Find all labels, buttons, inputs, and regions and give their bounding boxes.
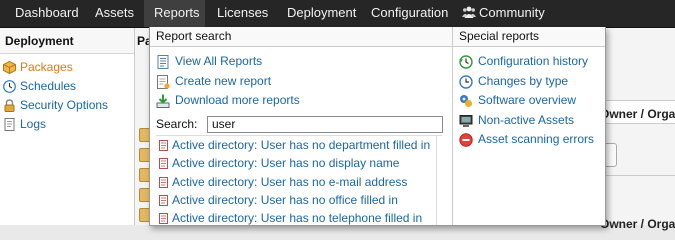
report-icon bbox=[159, 140, 168, 151]
search-result-item[interactable]: Active directory: User has no display na… bbox=[156, 154, 442, 172]
changes-by-type-link[interactable]: Changes by type bbox=[453, 72, 605, 92]
search-label: Search: bbox=[156, 116, 198, 131]
sidebar-item-packages[interactable]: Packages bbox=[0, 58, 134, 77]
special-reports-column: Special reports Configuration history Ch… bbox=[453, 27, 605, 225]
reports-dropdown: Report search View All Reports Create ne… bbox=[149, 27, 606, 226]
report-icon bbox=[159, 194, 168, 206]
nav-deployment[interactable]: Deployment bbox=[287, 0, 356, 27]
top-nav: Dashboard Assets Reports Licenses Deploy… bbox=[0, 0, 675, 28]
report-icon bbox=[159, 176, 168, 188]
view-all-reports-link[interactable]: View All Reports bbox=[150, 52, 452, 72]
sidebar-item-logs[interactable]: Logs bbox=[0, 115, 134, 134]
nav-reports[interactable]: Reports bbox=[144, 0, 205, 27]
nav-licenses[interactable]: Licenses bbox=[217, 0, 268, 27]
nav-dashboard[interactable]: Dashboard bbox=[15, 0, 79, 27]
changes-clock-icon bbox=[459, 74, 473, 89]
result-label: Active directory: User has no office fil… bbox=[172, 192, 398, 207]
result-label: Active directory: User has no e-mail add… bbox=[172, 174, 408, 189]
menu-item-label: Asset scanning errors bbox=[478, 132, 595, 146]
report-search-input[interactable] bbox=[207, 115, 443, 133]
sidebar-item-label: Security Options bbox=[20, 98, 109, 112]
menu-item-label: Create new report bbox=[175, 73, 272, 88]
download-icon bbox=[156, 94, 170, 108]
software-icon bbox=[460, 95, 473, 108]
community-icon bbox=[462, 6, 476, 18]
report-list-icon bbox=[157, 55, 169, 69]
menu-item-label: View All Reports bbox=[175, 54, 263, 68]
computer-icon bbox=[459, 114, 473, 127]
result-label: Active directory: User has no display na… bbox=[172, 156, 400, 171]
nav-community-label: Community bbox=[479, 5, 545, 20]
search-result-item[interactable]: Active directory: User has no e-mail add… bbox=[156, 173, 442, 191]
lock-icon bbox=[4, 99, 15, 112]
nav-community[interactable]: Community bbox=[462, 0, 545, 27]
sidebar-item-schedules[interactable]: Schedules bbox=[0, 77, 134, 96]
menu-item-label: Non-active Assets bbox=[478, 112, 575, 127]
sidebar-item-label: Schedules bbox=[20, 79, 77, 93]
non-active-assets-link[interactable]: Non-active Assets bbox=[453, 111, 605, 131]
search-result-item[interactable]: Active directory: User has no office fil… bbox=[156, 191, 442, 209]
sidebar-item-label: Logs bbox=[20, 117, 47, 131]
configuration-history-link[interactable]: Configuration history bbox=[453, 52, 605, 72]
sidebar-item-security-options[interactable]: Security Options bbox=[0, 96, 134, 115]
result-label: Active directory: User has no telephone … bbox=[172, 211, 423, 226]
log-document-icon bbox=[4, 118, 15, 131]
nav-assets[interactable]: Assets bbox=[95, 0, 134, 27]
search-row: Search: bbox=[150, 114, 452, 136]
history-icon bbox=[459, 55, 473, 69]
owner-organization-header: Owner / Organizat bbox=[600, 107, 675, 121]
results-scrollbar[interactable] bbox=[436, 135, 437, 225]
asset-scanning-errors-link[interactable]: Asset scanning errors bbox=[453, 130, 605, 150]
menu-item-label: Software overview bbox=[478, 93, 577, 107]
error-icon bbox=[459, 133, 473, 147]
menu-item-label: Configuration history bbox=[478, 54, 589, 68]
menu-item-label: Changes by type bbox=[478, 73, 569, 88]
search-result-item[interactable]: Active directory: User has no department… bbox=[156, 136, 442, 154]
report-search-header: Report search bbox=[150, 27, 452, 47]
sidebar-item-label: Packages bbox=[20, 60, 73, 74]
clock-icon bbox=[3, 80, 16, 93]
search-results-list: Active directory: User has no department… bbox=[156, 135, 442, 226]
new-report-icon bbox=[157, 74, 170, 89]
software-overview-link[interactable]: Software overview bbox=[453, 91, 605, 111]
report-search-column: Report search View All Reports Create ne… bbox=[150, 27, 453, 225]
search-result-item[interactable]: Active directory: User has no telephone … bbox=[156, 209, 442, 226]
report-icon bbox=[159, 213, 168, 225]
nav-configuration[interactable]: Configuration bbox=[371, 0, 448, 27]
menu-item-label: Download more reports bbox=[175, 93, 300, 107]
report-icon bbox=[159, 158, 168, 170]
divider bbox=[600, 175, 675, 176]
owner-organization-header-2: Owner / Organ bbox=[600, 217, 675, 231]
package-icon bbox=[3, 61, 16, 74]
sidebar-header: Deployment bbox=[0, 28, 134, 54]
special-reports-header: Special reports bbox=[453, 27, 605, 47]
create-new-report-link[interactable]: Create new report bbox=[150, 72, 452, 92]
sidebar: Deployment Packages Schedules Security O… bbox=[0, 28, 135, 225]
result-label: Active directory: User has no department… bbox=[172, 138, 431, 152]
download-more-reports-link[interactable]: Download more reports bbox=[150, 91, 452, 111]
